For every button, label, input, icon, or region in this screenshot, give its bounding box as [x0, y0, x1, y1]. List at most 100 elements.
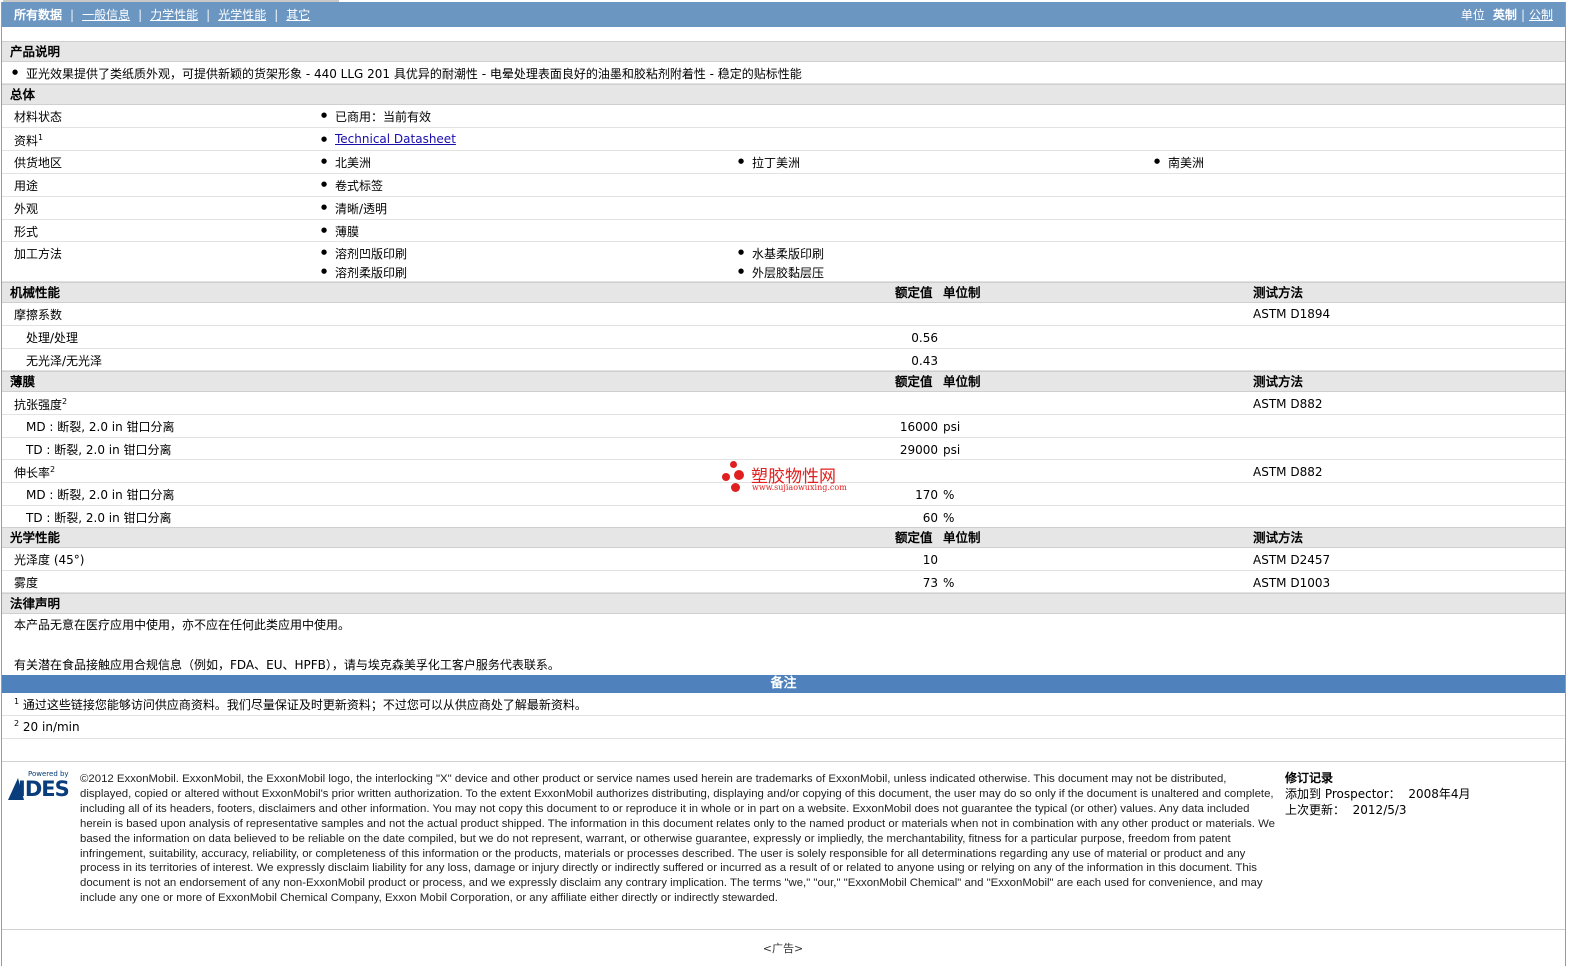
row-unit: % — [943, 576, 955, 590]
unit-metric-link[interactable]: 公制 — [1529, 6, 1553, 23]
note-1: 1 通过这些链接您能够访问供应商资料。我们尽量保证及时更新资料；不过您可以从供应… — [2, 693, 1565, 716]
row-value: 卷式标签 — [321, 177, 383, 194]
row-label: 供货地区 — [14, 156, 63, 170]
technical-datasheet-link[interactable]: Technical Datasheet — [335, 132, 456, 146]
process-adhesive-lamination: 外层胶黏层压 — [738, 264, 824, 281]
process-solvent-flexo: 溶剂柔版印刷 — [321, 264, 407, 281]
col-method: 测试方法 — [1253, 530, 1304, 545]
ides-logo[interactable]: Powered by IDES — [8, 770, 72, 801]
note-text: 1 通过这些链接您能够访问供应商资料。我们尽量保证及时更新资料；不过您可以从供应… — [14, 697, 587, 712]
row-form: 形式 薄膜 — [2, 220, 1565, 242]
row-label: 资料1 — [14, 133, 44, 148]
process-water-flexo: 水基柔版印刷 — [738, 245, 824, 262]
row-value: 73 — [922, 576, 938, 590]
row-material-status: 材料状态 已商用：当前有效 — [2, 105, 1565, 128]
section-title: 法律声明 — [10, 596, 61, 611]
row-value: 已商用：当前有效 — [321, 108, 431, 125]
test-method: ASTM D1894 — [1253, 307, 1331, 321]
row-friction-matte: 无光泽/无光泽 0.43 — [2, 349, 1565, 371]
tab-general-info[interactable]: 一般信息 — [82, 6, 130, 23]
ad-label: <广告> — [762, 942, 804, 955]
section-tabs: 所有数据 | 一般信息 | 力学性能 | 光学性能 | 其它 — [14, 6, 310, 23]
section-product-description: 产品说明 — [2, 41, 1565, 62]
process-solvent-gravure: 溶剂凹版印刷 — [321, 245, 407, 262]
col-nominal: 额定值 — [895, 374, 933, 389]
row-appearance: 外观 清晰/透明 — [2, 197, 1565, 220]
section-optical: 光学性能 额定值 单位制 测试方法 — [2, 527, 1565, 548]
test-method: ASTM D2457 — [1253, 553, 1331, 567]
row-label: 抗张强度2 — [14, 397, 68, 412]
row-label: 用途 — [14, 179, 39, 193]
tab-separator: | — [70, 7, 75, 22]
datasheet-link-item: Technical Datasheet — [321, 132, 456, 146]
right-border — [1565, 2, 1566, 966]
watermark-dot — [734, 470, 744, 480]
ad-divider — [2, 929, 1565, 930]
row-elongation-td: TD : 断裂, 2.0 in 钳口分离 60 % — [2, 506, 1565, 528]
row-unit: % — [943, 488, 955, 502]
row-label: 形式 — [14, 225, 39, 239]
watermark-dot — [731, 483, 740, 492]
unit-separator: | — [1520, 7, 1525, 22]
row-friction: 摩擦系数 ASTM D1894 — [2, 303, 1565, 326]
note-text: 2 20 in/min — [14, 719, 80, 734]
row-tensile-td: TD : 断裂, 2.0 in 钳口分离 29000 psi — [2, 438, 1565, 460]
legal-line-food-contact: 有关潜在食品接触应用合规信息（例如，FDA、EU、HPFB），请与埃克森美孚化工… — [14, 658, 560, 672]
section-title: 薄膜 — [10, 374, 36, 389]
col-method: 测试方法 — [1253, 374, 1304, 389]
watermark-dot — [722, 473, 730, 481]
legal-statement: 本产品无意在医疗应用中使用，亦不应在任何此类应用中使用。 有关潜在食品接触应用合… — [2, 614, 1565, 675]
row-value: 0.56 — [911, 331, 938, 345]
section-mechanical: 机械性能 额定值 单位制 测试方法 — [2, 282, 1565, 303]
row-uses: 用途 卷式标签 — [2, 174, 1565, 197]
footer-divider — [2, 761, 1565, 762]
row-value: 16000 — [899, 420, 938, 434]
row-tensile-md: MD : 断裂, 2.0 in 钳口分离 16000 psi — [2, 415, 1565, 438]
revision-history: 修订记录 添加到 Prospector： 2008年4月 上次更新： 2012/… — [1285, 770, 1471, 818]
test-method: ASTM D882 — [1253, 465, 1323, 479]
watermark: 塑胶物性网 www.sujiaowuxing.com — [722, 461, 862, 495]
row-tensile: 抗张强度2 ASTM D882 — [2, 392, 1565, 415]
top-nav-bar: 所有数据 | 一般信息 | 力学性能 | 光学性能 | 其它 单位 英制 | 公… — [2, 2, 1565, 27]
test-method: ASTM D882 — [1253, 397, 1323, 411]
col-nominal: 额定值 — [895, 530, 933, 545]
tab-separator: | — [138, 7, 143, 22]
row-label: 加工方法 — [14, 247, 63, 261]
tab-optical[interactable]: 光学性能 — [218, 6, 266, 23]
row-documents: 资料1 Technical Datasheet — [2, 128, 1565, 151]
row-gloss: 光泽度 (45°) 10 ASTM D2457 — [2, 548, 1565, 571]
region-latin-america: 拉丁美洲 — [738, 154, 800, 171]
row-friction-treated: 处理/处理 0.56 — [2, 326, 1565, 349]
row-value: 清晰/透明 — [321, 200, 387, 217]
notes-header: 备注 — [2, 675, 1565, 693]
unit-switcher: 单位 英制 | 公制 — [1461, 6, 1553, 23]
watermark-dot — [730, 461, 737, 468]
tab-all-data[interactable]: 所有数据 — [14, 6, 62, 23]
row-supply-regions: 供货地区 北美洲 拉丁美洲 南美洲 — [2, 151, 1565, 174]
row-unit: psi — [943, 420, 961, 434]
revision-added: 添加到 Prospector： 2008年4月 — [1285, 787, 1471, 801]
test-method: ASTM D1003 — [1253, 576, 1331, 590]
unit-english-current: 英制 — [1492, 8, 1517, 22]
col-unit: 单位制 — [943, 530, 981, 545]
section-title: 光学性能 — [10, 530, 61, 545]
logo-text: IDES — [18, 777, 70, 801]
section-title: 总体 — [10, 87, 36, 102]
section-title: 产品说明 — [10, 44, 61, 59]
tab-other[interactable]: 其它 — [286, 6, 310, 23]
col-unit: 单位制 — [943, 374, 981, 389]
tab-separator: | — [274, 7, 279, 22]
revision-title: 修订记录 — [1285, 771, 1334, 785]
row-label: 材料状态 — [14, 110, 63, 124]
units-label: 单位 — [1460, 8, 1485, 22]
watermark-url: www.sujiaowuxing.com — [752, 483, 847, 492]
row-value: 0.43 — [911, 354, 938, 368]
tab-mechanical[interactable]: 力学性能 — [150, 6, 198, 23]
section-film: 薄膜 额定值 单位制 测试方法 — [2, 371, 1565, 392]
row-label: 外观 — [14, 202, 39, 216]
row-unit: % — [943, 511, 955, 525]
section-title: 机械性能 — [10, 285, 61, 300]
copyright-disclaimer: ©2012 ExxonMobil. ExxonMobil, the ExxonM… — [80, 773, 1275, 905]
product-description-row: 亚光效果提供了类纸质外观，可提供新颖的货架形象 - 440 LLG 201 具优… — [2, 62, 1565, 84]
region-north-america: 北美洲 — [321, 154, 371, 171]
